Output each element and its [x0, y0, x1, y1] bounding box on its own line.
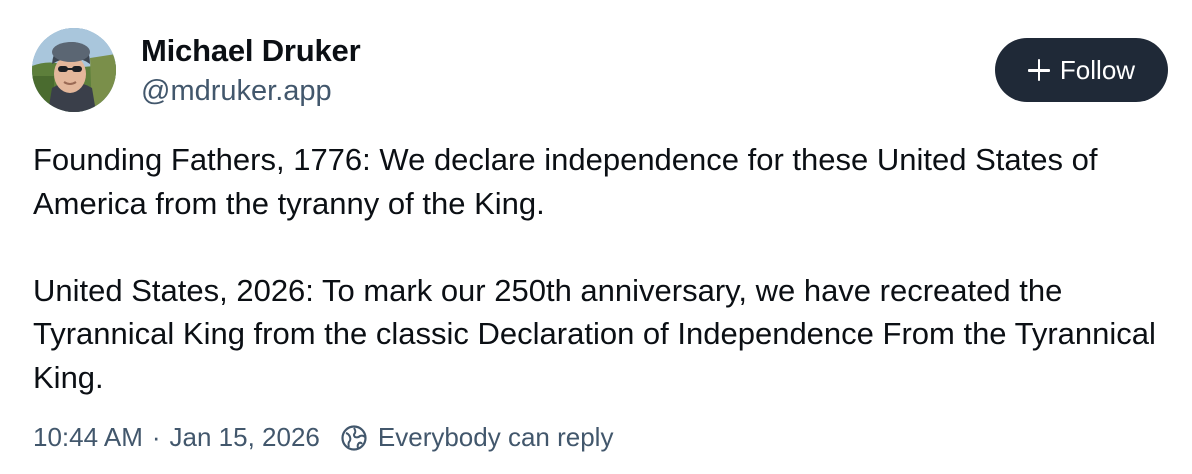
post-time[interactable]: 10:44 AM — [33, 422, 143, 453]
follow-button-label: Follow — [1059, 54, 1136, 85]
author-handle[interactable]: @mdruker.app — [141, 75, 332, 108]
meta-separator: · — [151, 422, 161, 452]
reply-setting[interactable]: Everybody can reply — [378, 422, 614, 453]
follow-button[interactable]: Follow — [995, 38, 1168, 102]
post-meta: 10:44 AM · Jan 15, 2026 Everybody can re… — [33, 422, 613, 453]
avatar[interactable] — [32, 28, 116, 112]
avatar-image — [32, 28, 116, 112]
author-name[interactable]: Michael Druker — [141, 33, 361, 69]
post-card: Michael Druker @mdruker.app Follow Found… — [0, 0, 1192, 474]
post-date[interactable]: Jan 15, 2026 — [170, 422, 320, 453]
globe-icon — [340, 424, 368, 452]
post-paragraph: United States, 2026: To mark our 250th a… — [33, 272, 1156, 395]
plus-icon — [1027, 59, 1050, 81]
post-text: Founding Fathers, 1776: We declare indep… — [33, 138, 1173, 399]
post-paragraph: Founding Fathers, 1776: We declare indep… — [33, 142, 1098, 221]
